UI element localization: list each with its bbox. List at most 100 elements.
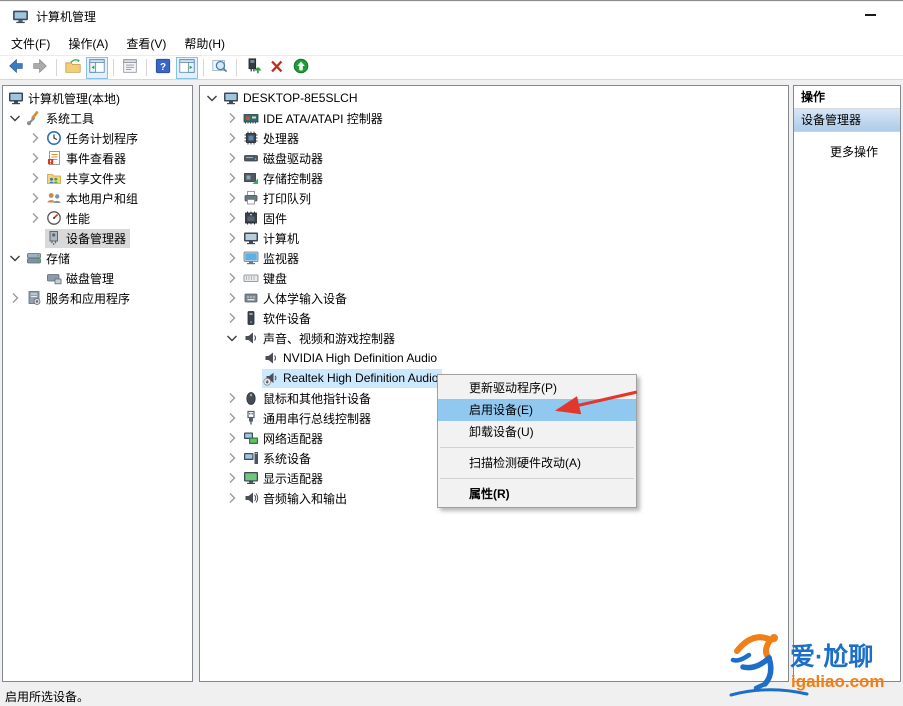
chevron-down-icon[interactable] [7,110,23,126]
chevron-right-icon[interactable] [224,150,240,166]
tree-item[interactable]: 任务计划程序 [3,128,192,148]
tree-item-body[interactable]: 人体学输入设备 [242,289,351,308]
tree-item[interactable]: 性能 [3,208,192,228]
menu-help[interactable]: 帮助(H) [175,32,234,55]
tree-item-body[interactable]: 音频输入和输出 [242,489,351,508]
tree-item[interactable]: DESKTOP-8E5SLCH [200,88,788,108]
tree-item-body[interactable]: 软件设备 [242,309,315,328]
tree-item[interactable]: 磁盘管理 [3,268,192,288]
properties-button[interactable] [119,57,141,79]
actions-item-device-manager[interactable]: 设备管理器 [794,109,900,132]
tree-item-body[interactable]: DESKTOP-8E5SLCH [222,89,362,108]
tree-item-body[interactable]: 处理器 [242,129,303,148]
tree-item-body[interactable]: 显示适配器 [242,469,327,488]
chevron-right-icon[interactable] [224,390,240,406]
show-console-tree-button[interactable] [86,57,108,79]
menu-item-scan-hardware-changes[interactable]: 扫描检测硬件改动(A) [438,452,636,474]
forward-button[interactable] [29,57,51,79]
chevron-right-icon[interactable] [224,470,240,486]
tree-item-body[interactable]: 性能 [45,209,94,228]
chevron-right-icon[interactable] [224,270,240,286]
tree-item-body[interactable]: 事件查看器 [45,149,130,168]
chevron-right-icon[interactable] [27,150,43,166]
actions-item-more-actions[interactable]: 更多操作 [794,142,900,162]
tree-item-body[interactable]: 监视器 [242,249,303,268]
tree-item[interactable]: 存储控制器 [200,168,788,188]
tree-item-body[interactable]: 服务和应用程序 [25,289,134,308]
tree-item-body[interactable]: 设备管理器 [45,229,130,248]
tree-item[interactable]: 计算机管理(本地) [3,88,192,108]
chevron-right-icon[interactable] [27,210,43,226]
back-button[interactable] [5,57,27,79]
tree-item-body[interactable]: 任务计划程序 [45,129,142,148]
tree-item-body[interactable]: 计算机管理(本地) [7,89,124,108]
uninstall-device-button[interactable] [266,57,288,79]
tree-item-body[interactable]: 磁盘管理 [45,269,118,288]
chevron-right-icon[interactable] [224,130,240,146]
tree-item[interactable]: 声音、视频和游戏控制器 [200,328,788,348]
menu-item-uninstall-device[interactable]: 卸载设备(U) [438,421,636,443]
chevron-down-icon[interactable] [224,330,240,346]
tree-item[interactable]: 键盘 [200,268,788,288]
chevron-right-icon[interactable] [224,290,240,306]
tree-item-body[interactable]: 本地用户和组 [45,189,142,208]
tree-item[interactable]: 存储 [3,248,192,268]
tree-item[interactable]: 共享文件夹 [3,168,192,188]
tree-item[interactable]: NVIDIA High Definition Audio [200,348,788,368]
chevron-down-icon[interactable] [7,250,23,266]
chevron-down-icon[interactable] [204,90,220,106]
menu-view[interactable]: 查看(V) [117,32,175,55]
tree-item[interactable]: 事件查看器 [3,148,192,168]
enable-device-button[interactable] [290,57,312,79]
tree-item[interactable]: 固件 [200,208,788,228]
chevron-right-icon[interactable] [224,310,240,326]
tree-item[interactable]: 本地用户和组 [3,188,192,208]
tree-item-body[interactable]: 计算机 [242,229,303,248]
chevron-right-icon[interactable] [224,250,240,266]
menu-item-properties[interactable]: 属性(R) [438,483,636,505]
tree-item-body[interactable]: 通用串行总线控制器 [242,409,375,428]
tree-item[interactable]: 计算机 [200,228,788,248]
chevron-right-icon[interactable] [224,430,240,446]
help-button[interactable]: ? [152,57,174,79]
tree-item-body[interactable]: 打印队列 [242,189,315,208]
tree-item-body[interactable]: 鼠标和其他指针设备 [242,389,375,408]
menu-file[interactable]: 文件(F) [2,32,59,55]
menu-action[interactable]: 操作(A) [59,32,117,55]
chevron-right-icon[interactable] [224,450,240,466]
chevron-right-icon[interactable] [224,170,240,186]
find-button[interactable] [209,57,231,79]
chevron-right-icon[interactable] [7,290,23,306]
tree-item[interactable]: IDE ATA/ATAPI 控制器 [200,108,788,128]
chevron-right-icon[interactable] [224,110,240,126]
chevron-right-icon[interactable] [27,170,43,186]
chevron-right-icon[interactable] [27,190,43,206]
tree-item-body[interactable]: 固件 [242,209,291,228]
update-driver-button[interactable] [242,57,264,79]
chevron-right-icon[interactable] [224,490,240,506]
tree-item[interactable]: 打印队列 [200,188,788,208]
export-folder-button[interactable] [62,57,84,79]
menu-item-enable-device[interactable]: 启用设备(E) [438,399,636,421]
tree-item[interactable]: 软件设备 [200,308,788,328]
tree-item-body[interactable]: 共享文件夹 [45,169,130,188]
tree-item[interactable]: 服务和应用程序 [3,288,192,308]
chevron-right-icon[interactable] [224,230,240,246]
tree-item[interactable]: 人体学输入设备 [200,288,788,308]
chevron-right-icon[interactable] [224,210,240,226]
tree-item[interactable]: 系统工具 [3,108,192,128]
tree-item-body[interactable]: 网络适配器 [242,429,327,448]
chevron-right-icon[interactable] [27,130,43,146]
tree-item-body[interactable]: NVIDIA High Definition Audio [262,349,441,368]
tree-item-body[interactable]: Realtek High Definition Audio [262,369,442,388]
tree-item[interactable]: 监视器 [200,248,788,268]
tree-item[interactable]: 处理器 [200,128,788,148]
tree-item-body[interactable]: 键盘 [242,269,291,288]
chevron-right-icon[interactable] [224,410,240,426]
tree-item-body[interactable]: 存储 [25,249,74,268]
minimize-button[interactable] [850,2,890,28]
show-action-pane-button[interactable] [176,57,198,79]
chevron-right-icon[interactable] [224,190,240,206]
tree-item-body[interactable]: 声音、视频和游戏控制器 [242,329,399,348]
tree-item-body[interactable]: 系统设备 [242,449,315,468]
